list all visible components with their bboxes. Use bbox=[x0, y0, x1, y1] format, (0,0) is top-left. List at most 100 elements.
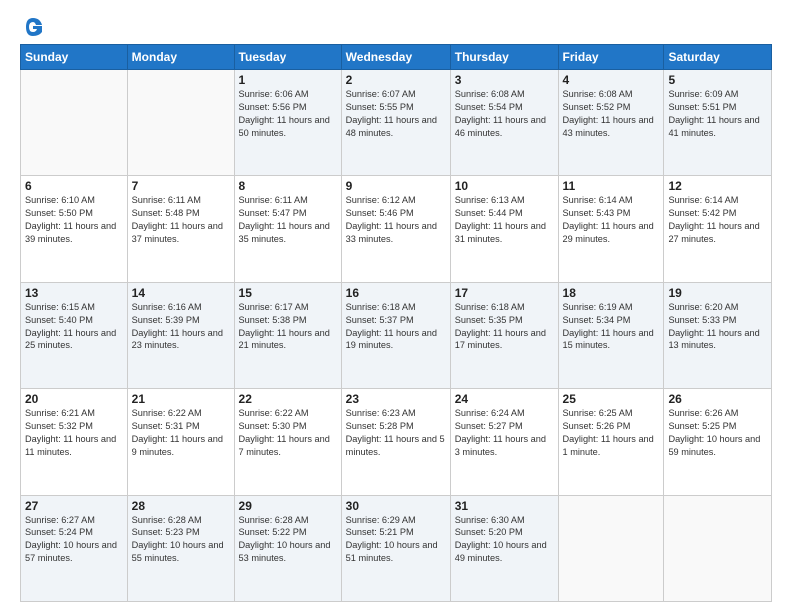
calendar-cell: 27Sunrise: 6:27 AM Sunset: 5:24 PM Dayli… bbox=[21, 495, 128, 601]
calendar-week-row: 27Sunrise: 6:27 AM Sunset: 5:24 PM Dayli… bbox=[21, 495, 772, 601]
calendar-cell: 7Sunrise: 6:11 AM Sunset: 5:48 PM Daylig… bbox=[127, 176, 234, 282]
calendar-cell: 25Sunrise: 6:25 AM Sunset: 5:26 PM Dayli… bbox=[558, 389, 664, 495]
calendar-cell: 29Sunrise: 6:28 AM Sunset: 5:22 PM Dayli… bbox=[234, 495, 341, 601]
day-info: Sunrise: 6:28 AM Sunset: 5:23 PM Dayligh… bbox=[132, 514, 230, 566]
calendar-cell: 12Sunrise: 6:14 AM Sunset: 5:42 PM Dayli… bbox=[664, 176, 772, 282]
weekday-header: Tuesday bbox=[234, 45, 341, 70]
calendar-cell: 3Sunrise: 6:08 AM Sunset: 5:54 PM Daylig… bbox=[450, 70, 558, 176]
day-number: 17 bbox=[455, 286, 554, 300]
day-number: 14 bbox=[132, 286, 230, 300]
day-number: 13 bbox=[25, 286, 123, 300]
calendar-cell: 10Sunrise: 6:13 AM Sunset: 5:44 PM Dayli… bbox=[450, 176, 558, 282]
day-info: Sunrise: 6:14 AM Sunset: 5:42 PM Dayligh… bbox=[668, 194, 767, 246]
day-info: Sunrise: 6:08 AM Sunset: 5:54 PM Dayligh… bbox=[455, 88, 554, 140]
day-info: Sunrise: 6:11 AM Sunset: 5:47 PM Dayligh… bbox=[239, 194, 337, 246]
calendar-cell: 15Sunrise: 6:17 AM Sunset: 5:38 PM Dayli… bbox=[234, 282, 341, 388]
calendar-cell: 24Sunrise: 6:24 AM Sunset: 5:27 PM Dayli… bbox=[450, 389, 558, 495]
day-info: Sunrise: 6:07 AM Sunset: 5:55 PM Dayligh… bbox=[346, 88, 446, 140]
day-info: Sunrise: 6:18 AM Sunset: 5:37 PM Dayligh… bbox=[346, 301, 446, 353]
day-number: 24 bbox=[455, 392, 554, 406]
calendar-cell: 28Sunrise: 6:28 AM Sunset: 5:23 PM Dayli… bbox=[127, 495, 234, 601]
day-number: 18 bbox=[563, 286, 660, 300]
calendar-cell: 14Sunrise: 6:16 AM Sunset: 5:39 PM Dayli… bbox=[127, 282, 234, 388]
day-info: Sunrise: 6:06 AM Sunset: 5:56 PM Dayligh… bbox=[239, 88, 337, 140]
day-info: Sunrise: 6:25 AM Sunset: 5:26 PM Dayligh… bbox=[563, 407, 660, 459]
day-info: Sunrise: 6:13 AM Sunset: 5:44 PM Dayligh… bbox=[455, 194, 554, 246]
day-info: Sunrise: 6:24 AM Sunset: 5:27 PM Dayligh… bbox=[455, 407, 554, 459]
weekday-header: Saturday bbox=[664, 45, 772, 70]
day-number: 4 bbox=[563, 73, 660, 87]
calendar-cell: 5Sunrise: 6:09 AM Sunset: 5:51 PM Daylig… bbox=[664, 70, 772, 176]
day-number: 15 bbox=[239, 286, 337, 300]
calendar-week-row: 13Sunrise: 6:15 AM Sunset: 5:40 PM Dayli… bbox=[21, 282, 772, 388]
calendar-cell: 4Sunrise: 6:08 AM Sunset: 5:52 PM Daylig… bbox=[558, 70, 664, 176]
logo-text bbox=[20, 16, 44, 38]
day-info: Sunrise: 6:16 AM Sunset: 5:39 PM Dayligh… bbox=[132, 301, 230, 353]
day-info: Sunrise: 6:11 AM Sunset: 5:48 PM Dayligh… bbox=[132, 194, 230, 246]
weekday-header: Thursday bbox=[450, 45, 558, 70]
calendar-cell bbox=[558, 495, 664, 601]
day-info: Sunrise: 6:10 AM Sunset: 5:50 PM Dayligh… bbox=[25, 194, 123, 246]
logo bbox=[20, 16, 44, 38]
day-number: 23 bbox=[346, 392, 446, 406]
calendar-cell: 6Sunrise: 6:10 AM Sunset: 5:50 PM Daylig… bbox=[21, 176, 128, 282]
day-number: 7 bbox=[132, 179, 230, 193]
day-info: Sunrise: 6:23 AM Sunset: 5:28 PM Dayligh… bbox=[346, 407, 446, 459]
calendar-cell: 23Sunrise: 6:23 AM Sunset: 5:28 PM Dayli… bbox=[341, 389, 450, 495]
day-info: Sunrise: 6:15 AM Sunset: 5:40 PM Dayligh… bbox=[25, 301, 123, 353]
day-number: 1 bbox=[239, 73, 337, 87]
calendar-cell: 30Sunrise: 6:29 AM Sunset: 5:21 PM Dayli… bbox=[341, 495, 450, 601]
day-number: 29 bbox=[239, 499, 337, 513]
calendar-cell bbox=[21, 70, 128, 176]
calendar-cell: 21Sunrise: 6:22 AM Sunset: 5:31 PM Dayli… bbox=[127, 389, 234, 495]
day-number: 6 bbox=[25, 179, 123, 193]
weekday-header: Friday bbox=[558, 45, 664, 70]
calendar-cell: 19Sunrise: 6:20 AM Sunset: 5:33 PM Dayli… bbox=[664, 282, 772, 388]
day-number: 20 bbox=[25, 392, 123, 406]
calendar-cell: 11Sunrise: 6:14 AM Sunset: 5:43 PM Dayli… bbox=[558, 176, 664, 282]
day-info: Sunrise: 6:18 AM Sunset: 5:35 PM Dayligh… bbox=[455, 301, 554, 353]
day-number: 22 bbox=[239, 392, 337, 406]
day-number: 11 bbox=[563, 179, 660, 193]
day-info: Sunrise: 6:19 AM Sunset: 5:34 PM Dayligh… bbox=[563, 301, 660, 353]
calendar-cell: 13Sunrise: 6:15 AM Sunset: 5:40 PM Dayli… bbox=[21, 282, 128, 388]
logo-icon bbox=[22, 16, 44, 38]
day-number: 28 bbox=[132, 499, 230, 513]
day-number: 26 bbox=[668, 392, 767, 406]
calendar-cell: 31Sunrise: 6:30 AM Sunset: 5:20 PM Dayli… bbox=[450, 495, 558, 601]
day-number: 19 bbox=[668, 286, 767, 300]
day-info: Sunrise: 6:30 AM Sunset: 5:20 PM Dayligh… bbox=[455, 514, 554, 566]
calendar-cell bbox=[127, 70, 234, 176]
calendar-cell: 16Sunrise: 6:18 AM Sunset: 5:37 PM Dayli… bbox=[341, 282, 450, 388]
calendar-body: 1Sunrise: 6:06 AM Sunset: 5:56 PM Daylig… bbox=[21, 70, 772, 602]
day-number: 8 bbox=[239, 179, 337, 193]
day-number: 9 bbox=[346, 179, 446, 193]
calendar-week-row: 6Sunrise: 6:10 AM Sunset: 5:50 PM Daylig… bbox=[21, 176, 772, 282]
calendar-table: SundayMondayTuesdayWednesdayThursdayFrid… bbox=[20, 44, 772, 602]
day-number: 10 bbox=[455, 179, 554, 193]
day-number: 12 bbox=[668, 179, 767, 193]
day-number: 21 bbox=[132, 392, 230, 406]
day-info: Sunrise: 6:09 AM Sunset: 5:51 PM Dayligh… bbox=[668, 88, 767, 140]
day-number: 25 bbox=[563, 392, 660, 406]
calendar-cell: 2Sunrise: 6:07 AM Sunset: 5:55 PM Daylig… bbox=[341, 70, 450, 176]
day-number: 5 bbox=[668, 73, 767, 87]
header bbox=[20, 16, 772, 38]
day-info: Sunrise: 6:26 AM Sunset: 5:25 PM Dayligh… bbox=[668, 407, 767, 459]
day-info: Sunrise: 6:17 AM Sunset: 5:38 PM Dayligh… bbox=[239, 301, 337, 353]
weekday-header: Sunday bbox=[21, 45, 128, 70]
day-info: Sunrise: 6:22 AM Sunset: 5:31 PM Dayligh… bbox=[132, 407, 230, 459]
day-info: Sunrise: 6:12 AM Sunset: 5:46 PM Dayligh… bbox=[346, 194, 446, 246]
day-number: 30 bbox=[346, 499, 446, 513]
day-number: 31 bbox=[455, 499, 554, 513]
calendar-cell: 20Sunrise: 6:21 AM Sunset: 5:32 PM Dayli… bbox=[21, 389, 128, 495]
calendar-cell: 9Sunrise: 6:12 AM Sunset: 5:46 PM Daylig… bbox=[341, 176, 450, 282]
day-number: 16 bbox=[346, 286, 446, 300]
day-number: 3 bbox=[455, 73, 554, 87]
calendar-cell: 26Sunrise: 6:26 AM Sunset: 5:25 PM Dayli… bbox=[664, 389, 772, 495]
day-info: Sunrise: 6:14 AM Sunset: 5:43 PM Dayligh… bbox=[563, 194, 660, 246]
day-info: Sunrise: 6:29 AM Sunset: 5:21 PM Dayligh… bbox=[346, 514, 446, 566]
header-row: SundayMondayTuesdayWednesdayThursdayFrid… bbox=[21, 45, 772, 70]
calendar-cell: 1Sunrise: 6:06 AM Sunset: 5:56 PM Daylig… bbox=[234, 70, 341, 176]
day-info: Sunrise: 6:22 AM Sunset: 5:30 PM Dayligh… bbox=[239, 407, 337, 459]
